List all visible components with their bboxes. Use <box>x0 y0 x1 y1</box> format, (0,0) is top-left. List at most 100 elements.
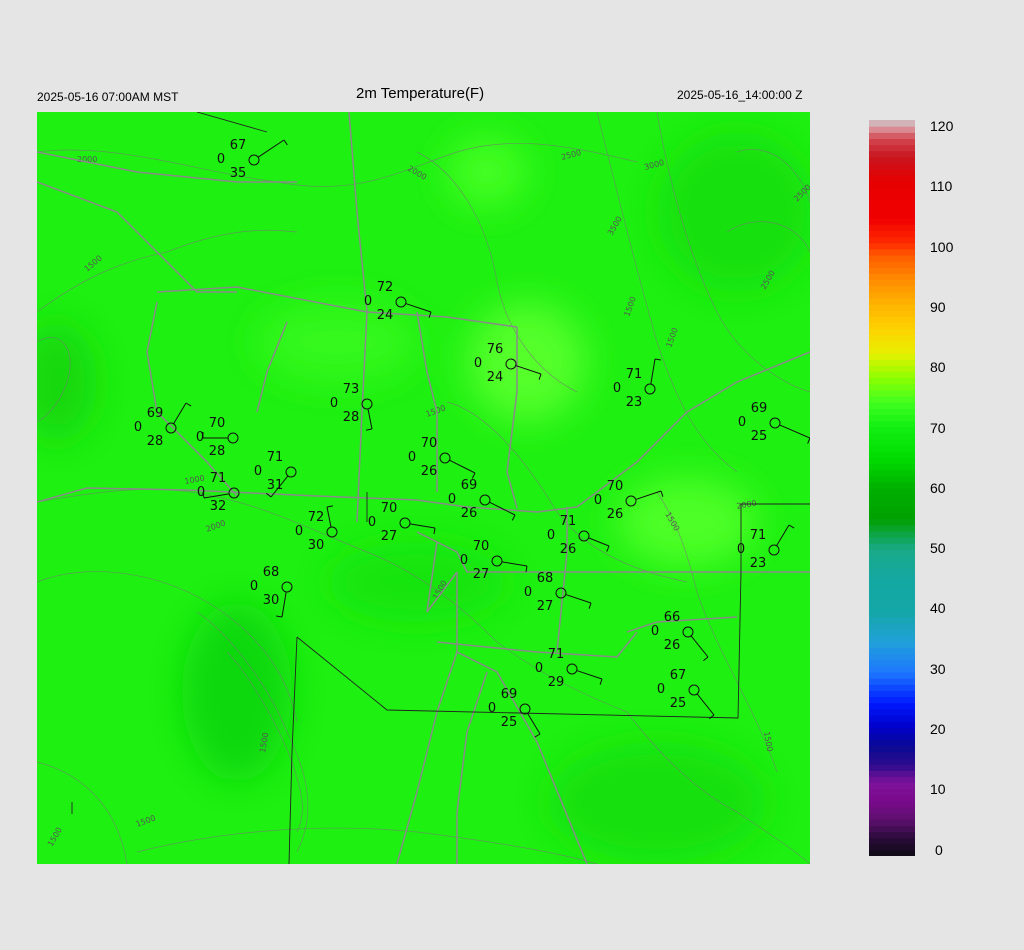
colorbar-swatch <box>869 377 915 385</box>
station-dewpoint: 26 <box>607 507 624 522</box>
station-temperature: 70 <box>381 501 398 516</box>
colorbar-swatch <box>869 843 915 851</box>
colorbar-swatch <box>869 684 915 691</box>
station-temperature: 70 <box>209 416 226 431</box>
colorbar-tick-label: 20 <box>930 721 946 737</box>
station-wind-speed: 0 <box>737 542 745 557</box>
colorbar-swatch <box>869 138 915 146</box>
colorbar-swatch <box>869 451 915 458</box>
colorbar-swatch <box>869 414 915 422</box>
colorbar-swatch <box>869 304 915 311</box>
colorbar-swatch <box>869 346 915 354</box>
colorbar-swatch <box>869 813 915 820</box>
colorbar-tick-label: 70 <box>930 419 946 436</box>
station-temperature: 67 <box>230 138 247 153</box>
colorbar-swatch <box>869 126 915 133</box>
station-dewpoint: 31 <box>267 478 284 493</box>
station-wind-speed: 0 <box>535 661 543 676</box>
station-temperature: 69 <box>501 687 518 702</box>
colorbar-swatch <box>869 721 915 728</box>
station-dewpoint: 32 <box>210 499 227 514</box>
colorbar-swatch <box>869 549 915 557</box>
colorbar-swatch <box>869 359 915 366</box>
colorbar-swatch <box>869 150 915 158</box>
colorbar-swatch <box>869 819 915 826</box>
colorbar-swatch <box>869 353 915 360</box>
colorbar-swatch <box>869 420 915 428</box>
colorbar-swatch <box>869 543 915 550</box>
station-dewpoint: 30 <box>263 593 280 608</box>
station-wind-speed: 0 <box>295 524 303 539</box>
chart-title: 2m Temperature(F) <box>356 85 485 102</box>
colorbar-swatch <box>869 782 915 790</box>
colorbar-swatch <box>869 788 915 796</box>
colorbar-swatch <box>869 481 915 489</box>
station-dewpoint: 26 <box>461 506 478 521</box>
colorbar-swatch <box>869 162 915 170</box>
colorbar-swatch <box>869 665 915 673</box>
colorbar-swatch <box>869 598 915 606</box>
station-dewpoint: 24 <box>487 370 504 385</box>
station-dewpoint: 35 <box>230 166 247 181</box>
station-temperature: 68 <box>537 571 554 586</box>
station-temperature: 70 <box>607 479 624 494</box>
colorbar-swatch <box>869 604 915 612</box>
colorbar-swatch <box>869 187 915 195</box>
colorbar-swatch <box>869 849 915 856</box>
colorbar-swatch <box>869 285 915 293</box>
colorbar-swatch <box>869 837 915 845</box>
colorbar-swatch <box>869 463 915 471</box>
station-wind-speed: 0 <box>364 294 372 309</box>
station-wind-speed: 0 <box>448 492 456 507</box>
colorbar-swatch <box>869 586 915 593</box>
temperature-colorbar <box>869 120 915 856</box>
colorbar-swatch <box>869 561 915 569</box>
temperature-map: 2000200025003000350025001500150020001000… <box>37 112 810 864</box>
colorbar-tick-label: 50 <box>930 540 946 557</box>
station-wind-speed: 0 <box>460 553 468 568</box>
colorbar-swatch <box>869 622 915 630</box>
colorbar-swatch <box>869 635 915 642</box>
colorbar-swatch <box>869 696 915 704</box>
colorbar-swatch <box>869 322 915 330</box>
colorbar-swatch <box>869 205 915 213</box>
colorbar-swatch <box>869 800 915 808</box>
colorbar-tick-label: 40 <box>930 600 946 617</box>
colorbar-swatch <box>869 580 915 587</box>
colorbar-swatch <box>869 702 915 710</box>
colorbar-swatch <box>869 334 915 342</box>
colorbar-swatch <box>869 764 915 771</box>
colorbar-swatch <box>869 279 915 287</box>
valid-time-local: 2025-05-16 07:00AM MST <box>37 90 179 104</box>
station-wind-speed: 0 <box>368 515 376 530</box>
colorbar-tick-label: 90 <box>930 298 946 315</box>
station-temperature: 71 <box>267 450 284 465</box>
colorbar-swatch <box>869 641 915 649</box>
station-temperature: 73 <box>343 382 360 397</box>
colorbar-swatch <box>869 175 915 182</box>
colorbar-tick-label: 60 <box>930 479 946 496</box>
station-dewpoint: 23 <box>750 556 767 571</box>
station-temperature: 72 <box>377 280 394 295</box>
colorbar-tick-label: 10 <box>930 781 946 798</box>
colorbar-swatch <box>869 616 915 624</box>
station-dewpoint: 26 <box>421 464 438 479</box>
colorbar-swatch <box>869 647 915 655</box>
station-dewpoint: 23 <box>626 395 643 410</box>
colorbar-swatch <box>869 475 915 483</box>
colorbar-swatch <box>869 714 915 722</box>
colorbar-swatch <box>869 708 915 716</box>
station-temperature: 71 <box>626 367 643 382</box>
colorbar-swatch <box>869 273 915 281</box>
colorbar-swatch <box>869 592 915 599</box>
station-temperature: 69 <box>147 406 164 421</box>
station-wind-speed: 0 <box>197 485 205 500</box>
colorbar-swatch <box>869 537 915 544</box>
colorbar-swatch <box>869 383 915 391</box>
colorbar-swatch <box>869 524 915 532</box>
station-dewpoint: 28 <box>343 410 360 425</box>
colorbar-swatch <box>869 402 915 409</box>
station-temperature: 72 <box>308 510 325 525</box>
colorbar-swatch <box>869 132 915 139</box>
colorbar-swatch <box>869 776 915 783</box>
